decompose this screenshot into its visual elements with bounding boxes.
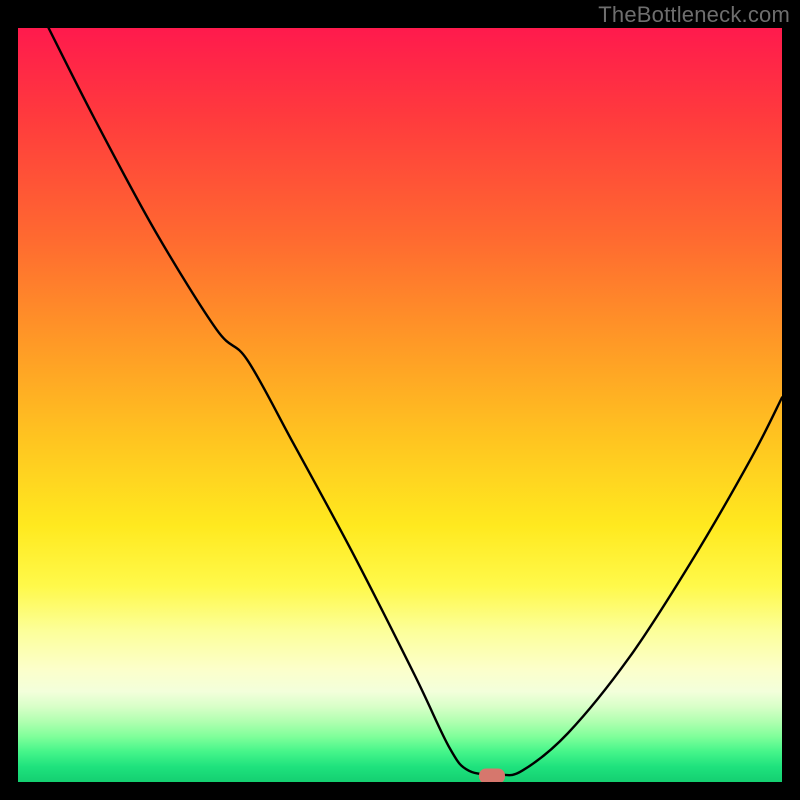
bottleneck-curve — [18, 28, 782, 782]
optimal-marker — [479, 768, 505, 782]
watermark-text: TheBottleneck.com — [598, 2, 790, 28]
plot-area — [18, 28, 782, 782]
chart-frame: TheBottleneck.com — [0, 0, 800, 800]
